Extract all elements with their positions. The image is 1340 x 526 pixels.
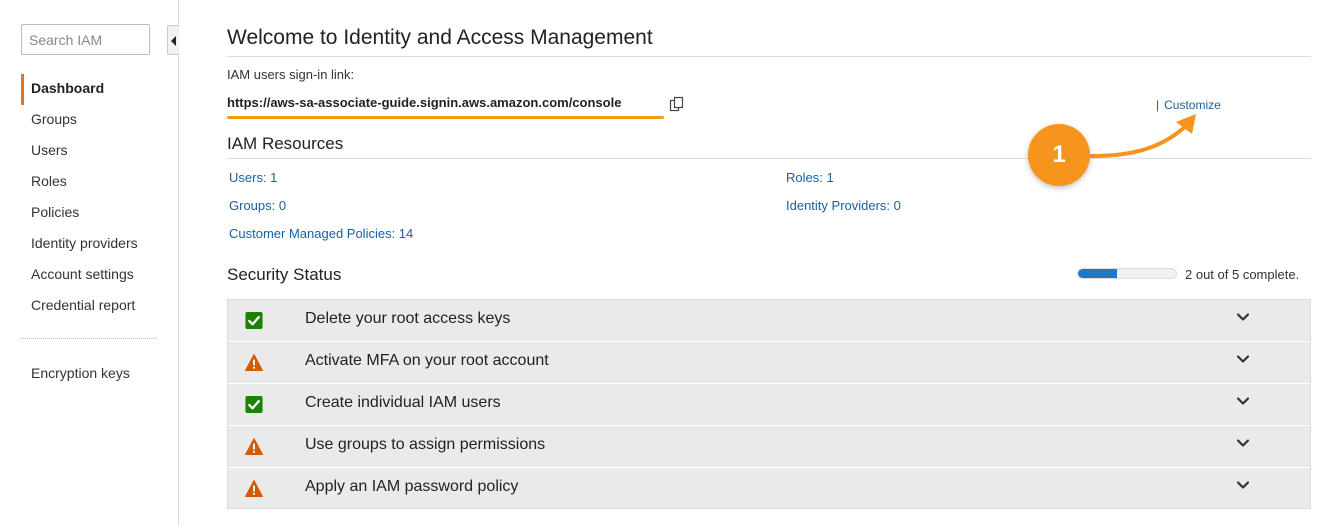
status-item-label: Delete your root access keys (305, 310, 511, 327)
iam-resources-title: IAM Resources (227, 134, 344, 153)
status-item-label: Use groups to assign permissions (305, 436, 546, 453)
page-title: Welcome to Identity and Access Managemen… (227, 26, 653, 49)
sidebar-item-identity-providers[interactable]: Identity providers (21, 229, 161, 260)
roles-count-link[interactable]: Roles: 1 (786, 170, 834, 185)
chevron-down-icon[interactable] (1236, 310, 1250, 324)
sidebar-item-account-settings[interactable]: Account settings (21, 260, 161, 291)
sidebar: Dashboard Groups Users Roles Policies Id… (0, 0, 179, 526)
sidebar-item-users[interactable]: Users (21, 136, 161, 167)
signin-link-label: IAM users sign-in link: (227, 67, 355, 82)
sidebar-item-credential-report[interactable]: Credential report (21, 291, 161, 322)
annotation-badge: 1 (1028, 124, 1090, 186)
warning-icon (244, 353, 264, 372)
caret-left-icon (171, 36, 176, 46)
collapse-sidebar-button[interactable] (167, 25, 179, 55)
sidebar-item-dashboard[interactable]: Dashboard (21, 74, 161, 105)
sidebar-item-encryption-keys[interactable]: Encryption keys (21, 359, 161, 390)
signin-url[interactable]: https://aws-sa-associate-guide.signin.aw… (227, 95, 621, 110)
sidebar-item-groups[interactable]: Groups (21, 105, 161, 136)
status-item-use-groups[interactable]: Use groups to assign permissions (228, 426, 1310, 468)
progress-fill (1078, 269, 1118, 278)
title-divider (227, 56, 1311, 57)
chevron-down-icon[interactable] (1236, 394, 1250, 408)
policies-count-link[interactable]: Customer Managed Policies: 14 (229, 226, 413, 241)
status-item-label: Apply an IAM password policy (305, 478, 519, 495)
chevron-down-icon[interactable] (1236, 436, 1250, 450)
check-icon (245, 311, 263, 330)
annotation-arrow-icon (1090, 114, 1196, 158)
status-item-label: Activate MFA on your root account (305, 352, 549, 369)
check-icon (245, 395, 263, 414)
copy-icon[interactable] (669, 96, 685, 112)
groups-count-link[interactable]: Groups: 0 (229, 198, 286, 213)
warning-icon (244, 437, 264, 456)
sidebar-item-roles[interactable]: Roles (21, 167, 161, 198)
identity-providers-count-link[interactable]: Identity Providers: 0 (786, 198, 901, 213)
search-input[interactable] (21, 24, 150, 55)
warning-icon (244, 479, 264, 498)
security-status-title: Security Status (227, 265, 342, 284)
sidebar-divider (21, 338, 156, 339)
status-item-create-iam-users[interactable]: Create individual IAM users (228, 384, 1310, 426)
status-item-delete-root-keys[interactable]: Delete your root access keys (228, 300, 1310, 342)
status-item-activate-mfa[interactable]: Activate MFA on your root account (228, 342, 1310, 384)
url-highlight-underline (227, 116, 664, 119)
sidebar-item-policies[interactable]: Policies (21, 198, 161, 229)
security-status-list: Delete your root access keys Activate MF… (227, 299, 1311, 509)
status-item-password-policy[interactable]: Apply an IAM password policy (228, 468, 1310, 508)
sidebar-nav: Dashboard Groups Users Roles Policies Id… (21, 74, 161, 322)
chevron-down-icon[interactable] (1236, 478, 1250, 492)
sidebar-secondary-nav: Encryption keys (21, 359, 161, 390)
security-progress-bar (1077, 268, 1177, 279)
chevron-down-icon[interactable] (1236, 352, 1250, 366)
status-item-label: Create individual IAM users (305, 394, 501, 411)
progress-text: 2 out of 5 complete. (1185, 267, 1300, 282)
users-count-link[interactable]: Users: 1 (229, 170, 277, 185)
